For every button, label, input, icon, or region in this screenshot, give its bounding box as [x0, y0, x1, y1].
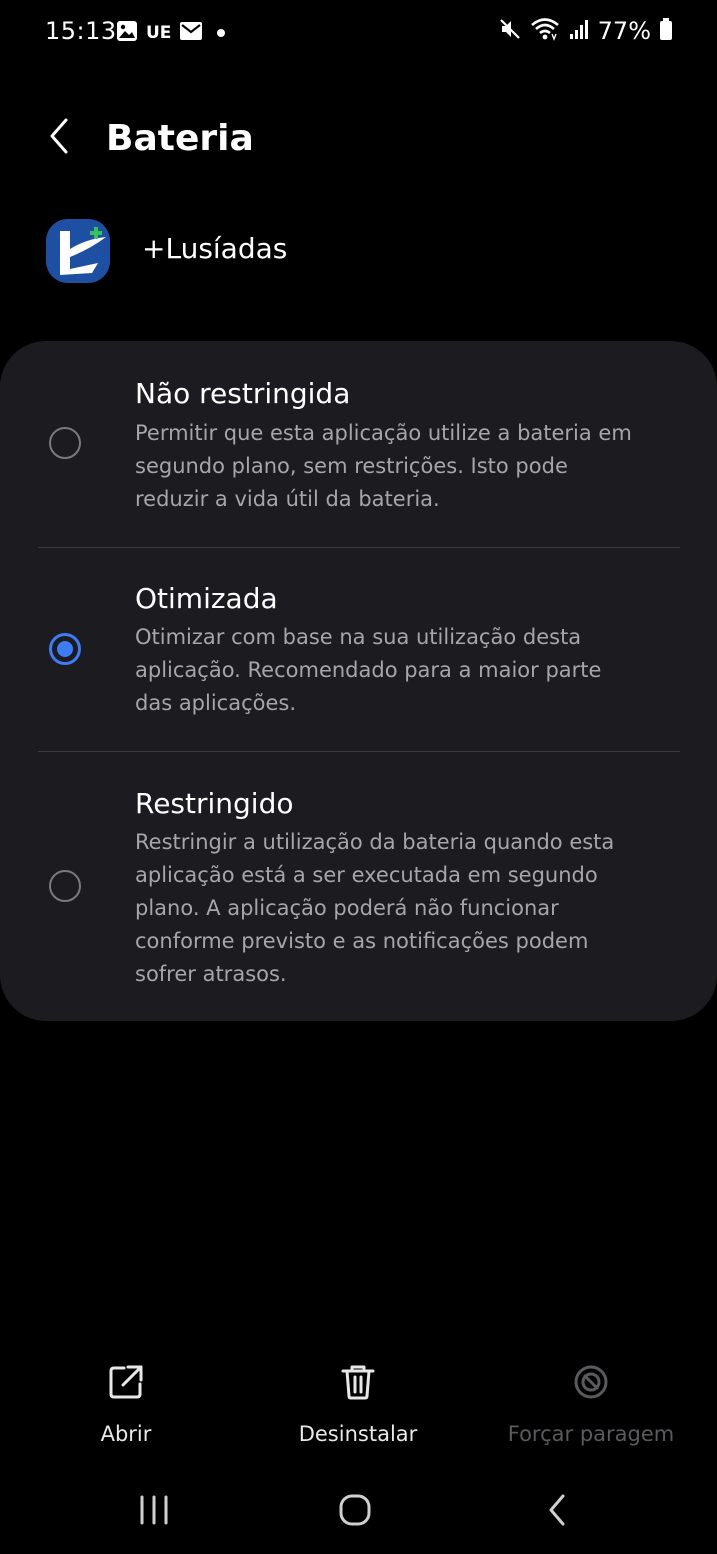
- option-restricted[interactable]: Restringido Restringir a utilização da b…: [0, 752, 717, 1021]
- signal-icon: [568, 17, 590, 45]
- radio-unrestricted[interactable]: [49, 427, 81, 459]
- app-icon: [46, 219, 110, 283]
- image-icon: [116, 20, 138, 46]
- notification-dot: [217, 29, 226, 37]
- option-description: Permitir que esta aplicação utilize a ba…: [135, 421, 632, 511]
- force-stop-label: Forçar paragem: [507, 1422, 675, 1446]
- back-icon: [545, 1493, 569, 1531]
- wifi-icon: [530, 17, 560, 45]
- radio-optimized[interactable]: [49, 633, 81, 665]
- status-time: 15:13: [45, 17, 117, 45]
- option-title: Restringido: [135, 787, 294, 820]
- mail-icon: [179, 21, 203, 45]
- open-button[interactable]: Abrir: [26, 1360, 226, 1456]
- uninstall-label: Desinstalar: [298, 1422, 418, 1446]
- battery-options-card: Não restringida Permitir que esta aplica…: [0, 341, 717, 1021]
- uninstall-button[interactable]: Desinstalar: [258, 1360, 458, 1456]
- status-carrier: UE: [146, 23, 172, 43]
- option-optimized[interactable]: Otimizada Otimizar com base na sua utili…: [0, 548, 717, 751]
- open-label: Abrir: [100, 1422, 152, 1446]
- option-description: Restringir a utilização da bateria quand…: [135, 830, 615, 986]
- nav-back-button[interactable]: [527, 1488, 587, 1536]
- trash-icon: [336, 1360, 380, 1404]
- radio-restricted[interactable]: [49, 870, 81, 902]
- mute-icon: [498, 17, 522, 45]
- option-description: Otimizar com base na sua utilização dest…: [135, 625, 602, 715]
- app-name: +Lusíadas: [142, 232, 288, 265]
- recent-apps-button[interactable]: [124, 1488, 184, 1536]
- back-button[interactable]: [36, 116, 80, 160]
- page-title: Bateria: [106, 118, 254, 159]
- home-icon: [338, 1493, 372, 1531]
- open-external-icon: [104, 1360, 148, 1404]
- status-bar: 15:13 UE 77%: [0, 0, 717, 64]
- chevron-left-icon: [46, 116, 70, 160]
- force-stop-button: Forçar paragem: [491, 1360, 691, 1456]
- status-right-icons: 77%: [498, 17, 673, 45]
- home-button[interactable]: [325, 1488, 385, 1536]
- battery-icon: [659, 17, 673, 45]
- option-unrestricted[interactable]: Não restringida Permitir que esta aplica…: [0, 341, 717, 547]
- status-left-icons: UE: [116, 20, 226, 46]
- option-title: Não restringida: [135, 377, 351, 410]
- battery-percentage: 77%: [597, 17, 651, 45]
- option-title: Otimizada: [135, 582, 278, 615]
- block-icon: [569, 1360, 613, 1404]
- recent-apps-icon: [137, 1494, 171, 1530]
